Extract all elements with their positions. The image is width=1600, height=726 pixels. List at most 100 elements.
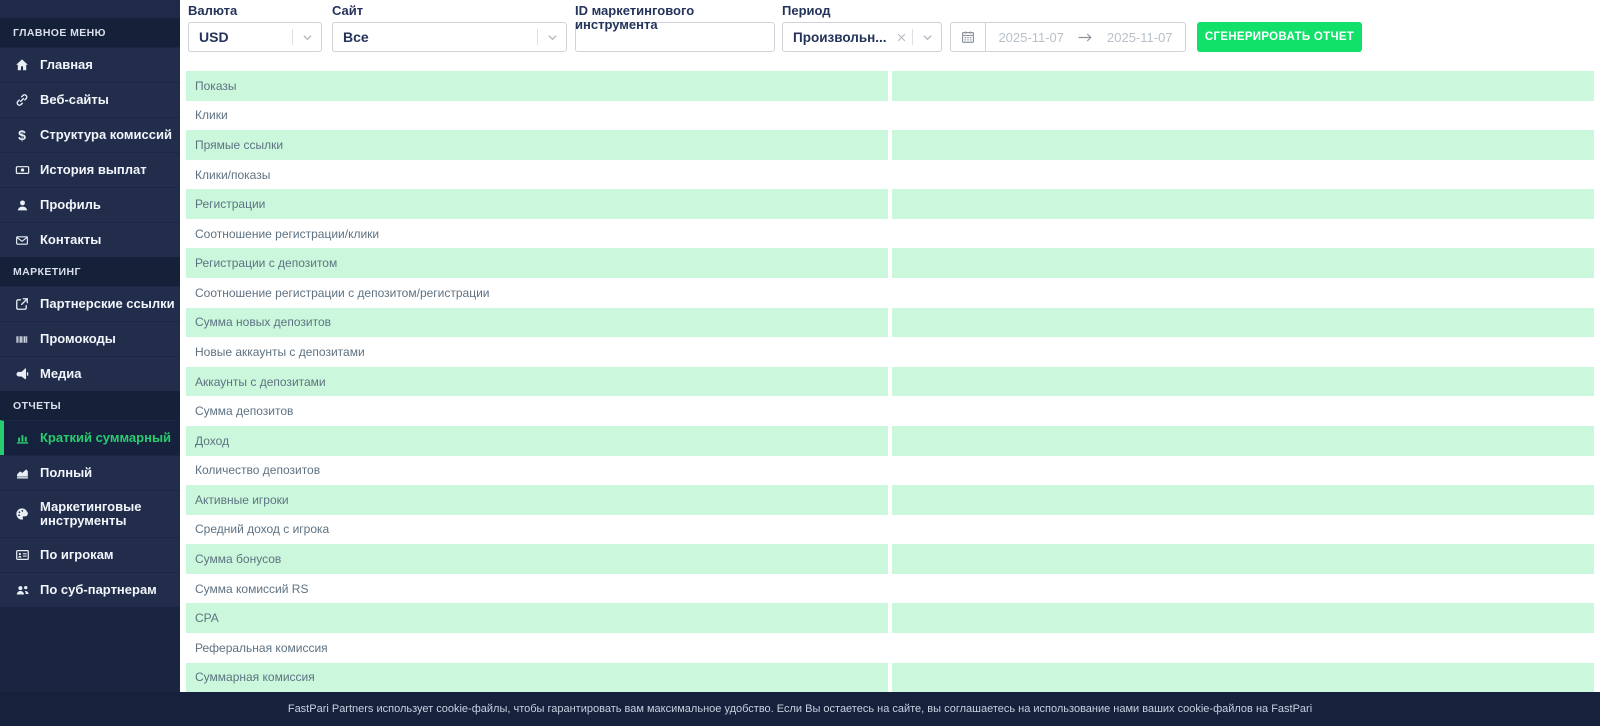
date-range-field: 2025-11-07 2025-11-07 xyxy=(950,4,1186,52)
site-value: Все xyxy=(343,29,369,45)
date-to[interactable]: 2025-11-07 xyxy=(1107,30,1173,45)
chevron-down-icon xyxy=(538,31,566,44)
row-label-cell: Сумма комиссий RS xyxy=(195,581,309,596)
row-value-cell xyxy=(892,337,1594,367)
table-row: Соотношение регистрации/клики xyxy=(186,219,1594,249)
period-select[interactable]: Произвольн... xyxy=(782,22,942,52)
row-label-cell: Активные игроки xyxy=(186,485,888,515)
table-row: Средний доход с игрока xyxy=(186,515,1594,545)
sidebar-item[interactable]: $ Структура комиссий xyxy=(0,117,180,152)
sidebar-item[interactable]: Главная xyxy=(0,47,180,82)
row-label-cell: Новые аккаунты с депозитами xyxy=(195,344,365,359)
sidebar-item[interactable]: Краткий суммарный xyxy=(0,420,180,455)
sidebar-section-header: ОТЧЕТЫ xyxy=(0,391,180,420)
footer: FastPari Partners использует cookie-файл… xyxy=(0,692,1600,726)
site-field: Сайт Все xyxy=(332,4,567,52)
row-label-cell: Соотношение регистрации/клики xyxy=(195,226,380,241)
row-label-cell: Средний доход с игрока xyxy=(195,522,330,537)
sidebar: ГЛАВНОЕ МЕНЮ Главная Веб-сайты $ Структура к… xyxy=(0,0,180,726)
area-chart-icon xyxy=(13,466,31,480)
row-label-cell: Количество депозитов xyxy=(195,463,321,478)
row-label-cell: CPA xyxy=(186,603,888,633)
currency-field: Валюта USD xyxy=(188,4,322,52)
sidebar-item[interactable]: Веб-сайты xyxy=(0,82,180,117)
generate-report-button[interactable]: СГЕНЕРИРОВАТЬ ОТЧЕТ xyxy=(1197,22,1362,52)
main-content: Валюта USD Сайт Все ID маркетингового ин… xyxy=(180,0,1600,693)
row-value-cell xyxy=(892,71,1594,101)
row-value-cell xyxy=(892,130,1594,160)
row-value-cell xyxy=(892,574,1594,604)
sidebar-item-label: Маркетинговые инструменты xyxy=(40,498,142,528)
table-row: Сумма новых депозитов xyxy=(186,307,1594,338)
period-label: Период xyxy=(782,3,831,18)
row-value-cell xyxy=(892,515,1594,545)
megaphone-icon xyxy=(13,367,31,381)
currency-select[interactable]: USD xyxy=(188,22,322,52)
table-row: Сумма депозитов xyxy=(186,396,1594,426)
home-icon xyxy=(13,58,31,72)
sidebar-item[interactable]: Партнерские ссылки xyxy=(0,286,180,321)
sidebar-item[interactable]: История выплат xyxy=(0,152,180,187)
link-icon xyxy=(13,93,31,107)
row-value-cell xyxy=(892,485,1594,515)
sidebar-section-header: ГЛАВНОЕ МЕНЮ xyxy=(0,18,180,47)
sidebar-item[interactable]: Маркетинговые инструменты xyxy=(0,490,180,537)
chevron-down-icon xyxy=(293,31,321,44)
row-value-cell xyxy=(892,278,1594,308)
row-value-cell xyxy=(892,307,1594,338)
row-label-cell: Соотношение регистрации с депозитом/реги… xyxy=(195,285,490,300)
sidebar-item[interactable]: По игрокам xyxy=(0,537,180,572)
row-value-cell xyxy=(892,101,1594,131)
envelope-icon xyxy=(13,234,31,247)
date-from[interactable]: 2025-11-07 xyxy=(998,30,1064,45)
marketing-id-input[interactable] xyxy=(576,23,774,51)
sidebar-item-label: По игрокам xyxy=(40,546,114,562)
sidebar-item-label: Профиль xyxy=(40,196,101,212)
calendar-icon[interactable] xyxy=(951,23,986,51)
sidebar-item[interactable]: Промокоды xyxy=(0,321,180,356)
sidebar-item[interactable]: Полный xyxy=(0,455,180,490)
cookie-notice: FastPari Partners использует cookie-файл… xyxy=(287,703,1313,715)
currency-value: USD xyxy=(199,29,229,45)
close-icon[interactable] xyxy=(890,32,912,43)
row-value-cell xyxy=(892,603,1594,633)
table-row: Сумма комиссий RS xyxy=(186,574,1594,604)
table-row: Новые аккаунты с депозитами xyxy=(186,337,1594,367)
sidebar-item[interactable]: Медиа xyxy=(0,356,180,391)
sidebar-item[interactable]: Профиль xyxy=(0,187,180,222)
row-label-cell: Клики xyxy=(195,108,228,123)
site-select[interactable]: Все xyxy=(332,22,567,52)
barcode-icon xyxy=(13,333,31,346)
report-table: Показы Клики Прямые ссылки Клики/показы Реги… xyxy=(186,71,1594,693)
period-value: Произвольн... xyxy=(793,29,887,45)
sidebar-item[interactable]: По суб-партнерам xyxy=(0,572,180,607)
sidebar-item-label: История выплат xyxy=(40,161,147,177)
row-label-cell: Сумма депозитов xyxy=(195,404,294,419)
date-range-picker[interactable]: 2025-11-07 2025-11-07 xyxy=(950,22,1186,52)
sidebar-nav: ГЛАВНОЕ МЕНЮ Главная Веб-сайты $ Структура к… xyxy=(0,18,180,607)
sidebar-item-label: По суб-партнерам xyxy=(40,581,157,597)
site-label: Сайт xyxy=(332,3,364,18)
sidebar-item-label: Главная xyxy=(40,56,93,72)
arrow-right-icon xyxy=(1077,31,1094,44)
sidebar-item-label: Краткий суммарный xyxy=(40,429,172,445)
row-value-cell xyxy=(892,633,1594,663)
external-link-icon xyxy=(13,297,31,311)
row-value-cell xyxy=(892,248,1594,279)
id-card-icon xyxy=(13,548,31,562)
bar-chart-icon xyxy=(13,431,31,445)
row-value-cell xyxy=(892,456,1594,486)
sidebar-item-label: Контакты xyxy=(40,231,102,247)
table-row: Количество депозитов xyxy=(186,456,1594,486)
sidebar-item-label: Полный xyxy=(40,464,93,480)
row-value-cell xyxy=(892,544,1594,574)
sidebar-item-label: Структура комиссий xyxy=(40,126,172,142)
sidebar-item[interactable]: Контакты xyxy=(0,222,180,257)
row-value-cell xyxy=(892,219,1594,249)
sidebar-item-label: Промокоды xyxy=(40,330,116,346)
table-row: Реферальная комиссия xyxy=(186,633,1594,663)
user-icon xyxy=(13,199,31,212)
row-label-cell: Клики/показы xyxy=(195,167,271,182)
chevron-down-icon xyxy=(913,31,941,44)
row-label-cell: Регистрации xyxy=(186,189,888,219)
